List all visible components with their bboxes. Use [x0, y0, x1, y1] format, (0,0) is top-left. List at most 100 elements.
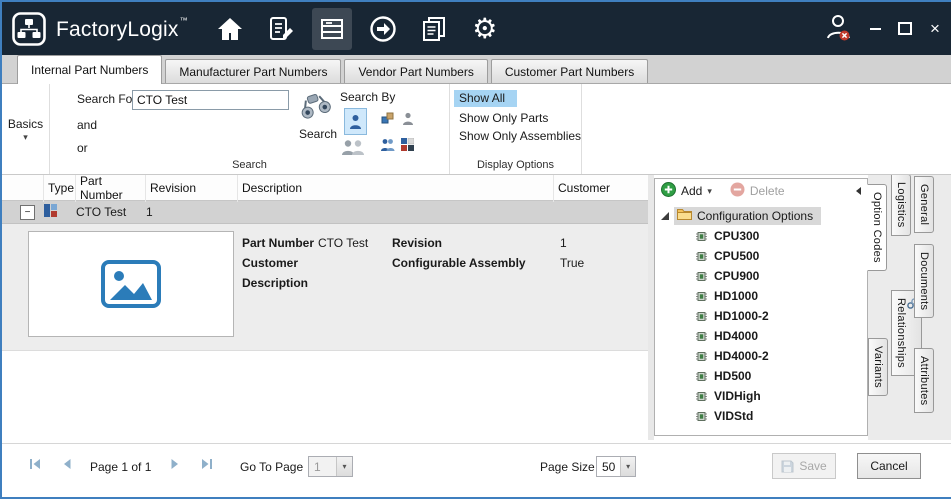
- option-code-icon: [695, 371, 708, 382]
- image-placeholder-icon: [100, 259, 162, 309]
- part-number-tabstrip: Internal Part Numbers Manufacturer Part …: [2, 55, 951, 84]
- option-code-icon: [695, 331, 708, 342]
- row-part-number: CTO Test: [76, 205, 146, 219]
- search-by-customer-icon[interactable]: [400, 137, 415, 152]
- main-area: Type Part Number Revision Description Cu…: [2, 174, 951, 440]
- search-section-label: Search: [50, 159, 449, 171]
- column-header-description[interactable]: Description: [238, 174, 554, 202]
- tree-expander-icon[interactable]: [661, 212, 669, 220]
- column-header-customer[interactable]: Customer: [554, 174, 648, 202]
- tab-documents[interactable]: Documents: [914, 244, 934, 318]
- display-options-section-label: Display Options: [450, 159, 581, 171]
- list-item[interactable]: HD1000: [655, 286, 867, 306]
- production-module-icon[interactable]: [363, 8, 403, 50]
- add-button[interactable]: Add: [681, 184, 702, 198]
- list-item[interactable]: HD4000-2: [655, 346, 867, 366]
- chevron-down-icon[interactable]: ▾: [620, 457, 635, 476]
- results-grid: Type Part Number Revision Description Cu…: [2, 174, 648, 440]
- next-page-icon[interactable]: [168, 457, 184, 473]
- list-item[interactable]: CPU300: [655, 226, 867, 246]
- tab-manufacturer-part-numbers[interactable]: Manufacturer Part Numbers: [165, 59, 341, 83]
- side-tab-area: Option Codes Variants Logistics Relation…: [868, 174, 951, 440]
- list-item[interactable]: CPU500: [655, 246, 867, 266]
- tab-option-codes[interactable]: Option Codes: [867, 184, 887, 271]
- list-item[interactable]: HD1000-2: [655, 306, 867, 326]
- maximize-button[interactable]: [897, 21, 913, 37]
- tab-attributes[interactable]: Attributes: [914, 348, 934, 413]
- part-detail-fields: Part Number CTO Test Revision 1 Customer…: [242, 236, 640, 290]
- tab-customer-part-numbers[interactable]: Customer Part Numbers: [491, 59, 648, 83]
- parts-module-icon[interactable]: [312, 8, 352, 50]
- previous-page-icon[interactable]: [60, 457, 76, 473]
- add-caret-icon[interactable]: ▾: [707, 188, 712, 195]
- tab-internal-part-numbers[interactable]: Internal Part Numbers: [17, 55, 162, 84]
- grid-header-row: Type Part Number Revision Description Cu…: [2, 174, 648, 201]
- show-only-assemblies-option[interactable]: Show Only Assemblies: [459, 129, 581, 143]
- search-by-manufacturer-icon[interactable]: [400, 111, 415, 126]
- and-label: and: [77, 118, 97, 132]
- row-collapse-toggle[interactable]: −: [20, 205, 35, 220]
- or-label: or: [77, 141, 88, 155]
- basics-caret-icon: ▾: [23, 134, 28, 141]
- tab-general[interactable]: General: [914, 176, 934, 233]
- tab-vendor-part-numbers[interactable]: Vendor Part Numbers: [344, 59, 487, 83]
- search-button-label[interactable]: Search: [296, 127, 340, 141]
- search-for-input[interactable]: [132, 90, 289, 110]
- tab-logistics[interactable]: Logistics: [891, 174, 911, 236]
- reports-module-icon[interactable]: [414, 8, 454, 50]
- search-group: Search For and or Search Search By: [50, 84, 450, 174]
- show-all-option[interactable]: Show All: [454, 91, 517, 105]
- part-image-placeholder[interactable]: [28, 231, 234, 337]
- add-icon[interactable]: [661, 182, 676, 200]
- first-page-icon[interactable]: [28, 457, 44, 473]
- show-only-parts-option[interactable]: Show Only Parts: [459, 111, 548, 125]
- delete-button[interactable]: Delete: [750, 184, 785, 198]
- app-logo-icon: [12, 12, 46, 46]
- column-header-type[interactable]: Type: [44, 174, 76, 202]
- folder-icon: [677, 208, 692, 223]
- option-code-icon: [695, 351, 708, 362]
- page-size-label: Page Size: [540, 460, 595, 474]
- description-value: [318, 276, 392, 290]
- search-by-vendor-icon[interactable]: [380, 137, 395, 152]
- option-codes-panel: Add ▾ Delete Configuration Options: [654, 178, 868, 436]
- pager-bar: Page 1 of 1 Go To Page 1 ▾ Page Size 50 …: [2, 443, 951, 497]
- column-header-part-number[interactable]: Part Number: [76, 174, 146, 202]
- basics-group[interactable]: Basics ▾: [2, 84, 50, 174]
- minimize-button[interactable]: [867, 21, 883, 37]
- npi-module-icon[interactable]: [261, 8, 301, 50]
- cancel-button[interactable]: Cancel: [857, 453, 921, 479]
- search-by-part-icon[interactable]: [344, 108, 367, 135]
- ribbon: Basics ▾ Search For and or Search Search…: [2, 84, 951, 175]
- last-page-icon[interactable]: [200, 457, 216, 473]
- search-by-label: Search By: [340, 90, 395, 104]
- delete-icon: [730, 182, 745, 200]
- chevron-down-icon[interactable]: ▾: [336, 457, 352, 476]
- settings-module-icon[interactable]: ⚙: [465, 8, 505, 50]
- search-binoculars-icon[interactable]: [298, 91, 332, 124]
- user-account-icon[interactable]: [825, 12, 853, 45]
- app-window: FactoryLogix™ ⚙ ×: [0, 0, 951, 499]
- list-item[interactable]: VIDHigh: [655, 386, 867, 406]
- list-item[interactable]: VIDStd: [655, 406, 867, 426]
- search-by-group-icon[interactable]: [341, 139, 365, 159]
- option-code-icon: [695, 231, 708, 242]
- search-by-assembly-icon[interactable]: [380, 111, 395, 126]
- tree-root-node[interactable]: Configuration Options: [655, 206, 867, 226]
- list-item[interactable]: HD4000: [655, 326, 867, 346]
- save-button[interactable]: Save: [772, 453, 836, 479]
- close-button[interactable]: ×: [927, 21, 943, 37]
- page-size-combo[interactable]: 50 ▾: [596, 456, 636, 477]
- home-module-icon[interactable]: [210, 8, 250, 50]
- description-label: Description: [242, 276, 318, 290]
- module-toolbar: ⚙: [210, 8, 505, 50]
- table-row[interactable]: − CTO Test 1: [2, 201, 648, 224]
- list-item[interactable]: CPU900: [655, 266, 867, 286]
- column-header-revision[interactable]: Revision: [146, 174, 238, 202]
- go-to-page-combo[interactable]: 1 ▾: [308, 456, 353, 477]
- tab-variants[interactable]: Variants: [868, 338, 888, 396]
- list-item[interactable]: HD500: [655, 366, 867, 386]
- option-code-icon: [695, 311, 708, 322]
- display-options-group: Show All Show Only Parts Show Only Assem…: [450, 84, 582, 174]
- collapse-panel-icon[interactable]: [856, 187, 861, 195]
